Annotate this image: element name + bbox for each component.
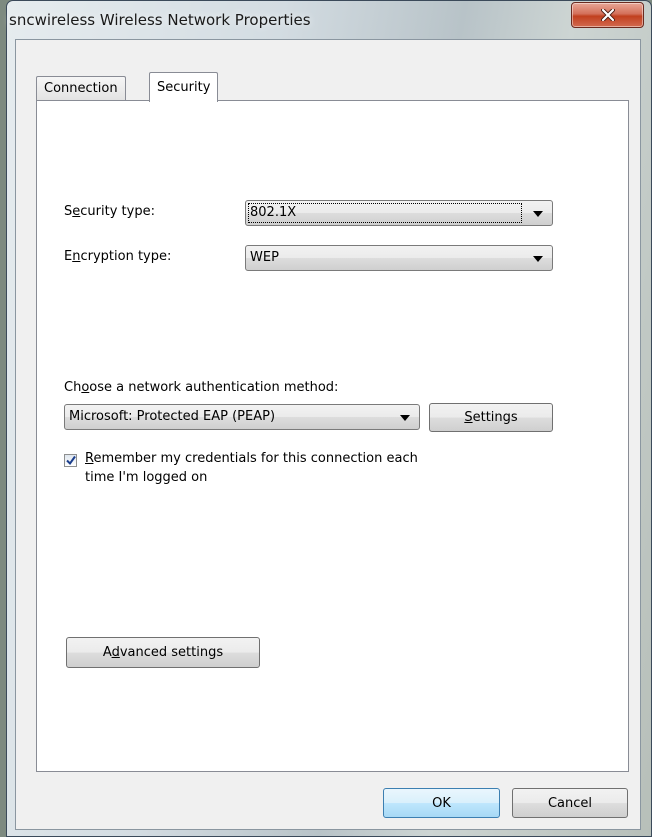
ok-button-label: OK <box>432 795 451 811</box>
dialog-client-area: Connection Security Security type: 802.1… <box>15 39 641 830</box>
tab-label: Security <box>157 80 211 95</box>
encryption-type-value: WEP <box>250 250 279 265</box>
security-type-label: Security type: <box>64 204 155 219</box>
title-bar[interactable]: sncwireless Wireless Network Properties <box>7 1 651 39</box>
auth-method-label: Choose a network authentication method: <box>64 380 339 395</box>
remember-credentials-checkbox[interactable] <box>64 454 77 467</box>
auth-method-dropdown[interactable]: Microsoft: Protected EAP (PEAP) <box>64 404 420 430</box>
security-type-value: 802.1X <box>250 205 297 220</box>
dialog-window: sncwireless Wireless Network Properties … <box>6 0 652 837</box>
advanced-settings-button-label: Advanced settings <box>102 645 224 660</box>
encryption-type-dropdown[interactable]: WEP <box>245 245 553 271</box>
advanced-settings-button[interactable]: Advanced settings <box>66 637 260 668</box>
chevron-down-icon <box>400 415 410 421</box>
settings-button-label: Settings <box>464 410 518 425</box>
auth-method-value: Microsoft: Protected EAP (PEAP) <box>69 409 276 424</box>
remember-credentials-label[interactable]: Remember my credentials for this connect… <box>85 451 418 466</box>
tab-label: Connection <box>44 81 118 96</box>
cancel-button-label: Cancel <box>547 795 593 811</box>
ok-button[interactable]: OK <box>383 788 500 818</box>
close-button[interactable] <box>571 2 644 28</box>
settings-button[interactable]: Settings <box>429 403 553 432</box>
cancel-button[interactable]: Cancel <box>512 788 628 818</box>
remember-credentials-label-line2[interactable]: time I'm logged on <box>85 470 207 485</box>
security-type-dropdown[interactable]: 802.1X <box>245 200 553 226</box>
window-title: sncwireless Wireless Network Properties <box>9 11 311 29</box>
close-icon <box>600 9 615 21</box>
chevron-down-icon <box>533 211 543 217</box>
tab-connection[interactable]: Connection <box>36 76 126 100</box>
chevron-down-icon <box>533 256 543 262</box>
encryption-type-label: Encryption type: <box>64 249 172 264</box>
tab-security[interactable]: Security <box>149 72 219 102</box>
security-tab-panel: Security type: 802.1X Encryption type: W… <box>36 100 629 772</box>
